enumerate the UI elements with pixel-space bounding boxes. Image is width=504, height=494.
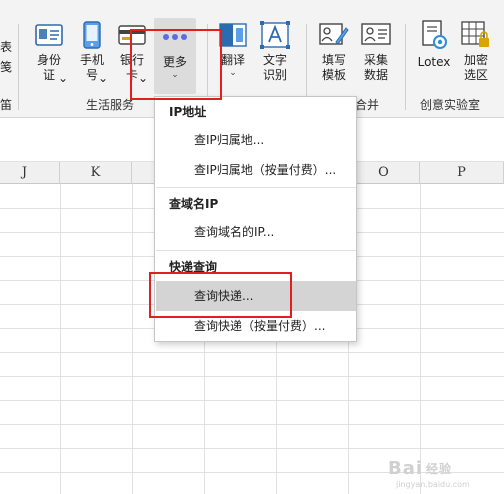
collect-data-button[interactable]: 采集 数据 xyxy=(358,20,394,83)
column-header-o[interactable]: O xyxy=(348,162,420,184)
column-header-j[interactable]: J xyxy=(0,162,60,184)
fill-template-label: 填写 模板 xyxy=(321,53,346,82)
group-label-life-services: 生活服务 xyxy=(86,98,135,112)
lotex-button[interactable]: Lotex xyxy=(414,20,454,70)
grid-row-line xyxy=(0,400,504,401)
column-header-p[interactable]: P xyxy=(420,162,504,184)
watermark-text: Bai xyxy=(388,457,424,479)
annotation-box-express-query xyxy=(149,272,292,318)
encrypt-grid-icon xyxy=(461,20,491,50)
mobile-phone-icon xyxy=(77,20,107,50)
menu-item-ip-location[interactable]: 查IP归属地... xyxy=(156,125,356,155)
watermark-subtext: jingyan.baidu.com xyxy=(396,480,470,489)
id-card-caret[interactable]: ⌄ xyxy=(58,71,68,86)
grid-row-line xyxy=(0,352,504,353)
id-card-icon xyxy=(34,20,64,50)
text-recognition-button[interactable]: 文字 识别 xyxy=(258,20,292,83)
partial-ribbon-text-bottom: 笺 xyxy=(0,60,13,74)
menu-section-ip-address: IP地址 xyxy=(169,105,207,119)
translate-caret: ⌄ xyxy=(229,68,237,78)
text-ocr-icon xyxy=(260,20,290,50)
group-label-creative-lab: 创意实验室 xyxy=(420,98,481,112)
ribbon-separator xyxy=(18,24,19,110)
collect-data-icon xyxy=(361,20,391,50)
collect-data-label: 采集 数据 xyxy=(363,53,388,82)
menu-item-domain-ip[interactable]: 查询域名的IP... xyxy=(156,217,356,247)
partial-ribbon-text-top: 表 xyxy=(0,40,13,54)
lotex-gear-icon xyxy=(419,20,449,50)
menu-item-ip-location-paid[interactable]: 查IP归属地（按量付费）... xyxy=(156,155,356,185)
watermark-text-2: 经验 xyxy=(426,461,453,476)
grid-row-line xyxy=(0,448,504,449)
fill-template-icon xyxy=(319,20,349,50)
grid-row-line xyxy=(0,376,504,377)
partial-group-label: 笛 xyxy=(0,98,13,112)
annotation-box-more xyxy=(130,29,222,100)
text-recognition-label: 文字 识别 xyxy=(262,53,287,82)
grid-row-line xyxy=(0,424,504,425)
encrypt-region-button[interactable]: 加密 选区 xyxy=(458,20,494,83)
encrypt-region-label: 加密 选区 xyxy=(463,53,488,82)
group-label-merge: 合并 xyxy=(355,98,380,112)
phone-number-caret[interactable]: ⌄ xyxy=(98,71,108,86)
ribbon-separator xyxy=(405,24,406,110)
menu-divider xyxy=(156,187,356,188)
translate-label: 翻译 xyxy=(220,53,245,67)
translate-icon xyxy=(218,20,248,50)
column-header-k[interactable]: K xyxy=(60,162,132,184)
lotex-label: Lotex xyxy=(417,55,451,69)
menu-divider xyxy=(156,250,356,251)
fill-template-button[interactable]: 填写 模板 xyxy=(316,20,352,83)
menu-section-domain-ip: 查域名IP xyxy=(169,197,219,211)
